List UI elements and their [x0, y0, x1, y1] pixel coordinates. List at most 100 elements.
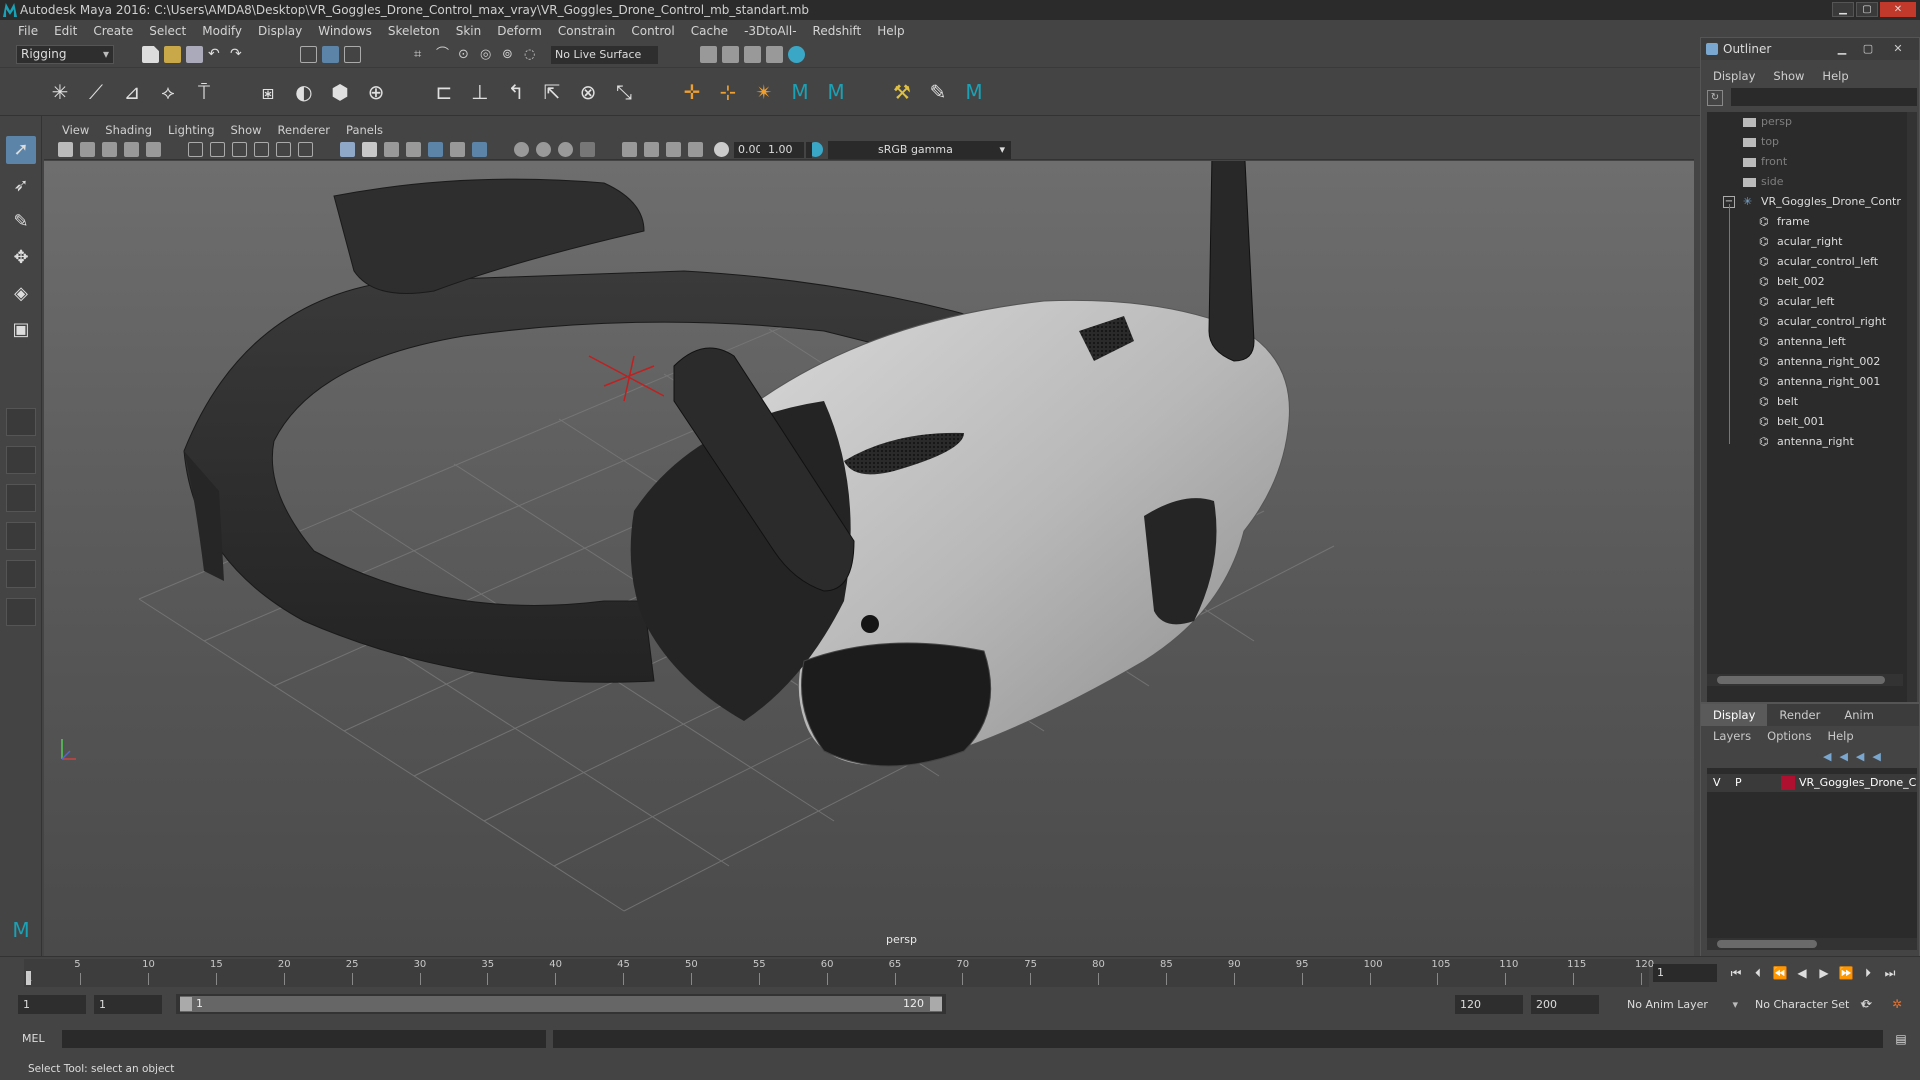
outliner-menu-help[interactable]: Help — [1822, 69, 1866, 83]
playback-end-field[interactable]: 120 — [1455, 995, 1523, 1014]
time-slider-track[interactable]: 1 5 10 15 20 25 30 35 40 45 50 55 60 65 70 75 80 85 90 95 1… — [24, 959, 1654, 987]
grid-toggle-icon[interactable] — [188, 142, 203, 157]
outliner-item-group[interactable]: − ✳ VR_Goggles_Drone_Contr — [1723, 192, 1901, 212]
menu-redshift[interactable]: Redshift — [805, 24, 870, 38]
step-back-key-icon[interactable]: ⏪ — [1771, 964, 1789, 982]
hypershade-icon[interactable] — [766, 46, 783, 63]
render-frame-icon[interactable] — [700, 46, 717, 63]
point-constraint-icon[interactable]: ↰ — [504, 80, 528, 104]
playback-start-field[interactable]: 1 — [94, 995, 162, 1014]
ik-spline-icon[interactable]: ⊿ — [120, 80, 144, 104]
skin-tool-icon[interactable]: ✎ — [926, 80, 950, 104]
quick-rig-icon[interactable]: ⚒ — [890, 80, 914, 104]
outliner-item-child[interactable]: ⌬ antenna_left — [1759, 332, 1846, 352]
outliner-maximize-button[interactable]: ▢ — [1861, 42, 1875, 55]
outliner-item-child[interactable]: ⌬ acular_left — [1759, 292, 1834, 312]
outliner-item-front[interactable]: front — [1743, 152, 1787, 172]
gate-mask-icon[interactable] — [254, 142, 269, 157]
outliner-item-child[interactable]: ⌬ acular_control_right — [1759, 312, 1886, 332]
minimize-button[interactable]: ▁ — [1832, 2, 1854, 17]
locator-icon[interactable]: ✛ — [680, 80, 704, 104]
select-hierarchy-icon[interactable] — [300, 46, 317, 63]
single-view-icon[interactable] — [6, 408, 36, 436]
tab-display[interactable]: Display — [1701, 704, 1768, 726]
parent-constraint-icon[interactable]: ⤡ — [612, 80, 636, 104]
image-plane-icon[interactable] — [124, 142, 139, 157]
outliner-item-child[interactable]: ⌬ acular_control_left — [1759, 252, 1878, 272]
animation-end-field[interactable]: 200 — [1531, 995, 1599, 1014]
maya-tool-icon-3[interactable]: M — [962, 80, 986, 104]
use-lights-icon[interactable] — [428, 142, 443, 157]
human-ik-icon[interactable]: ✴ — [752, 80, 776, 104]
play-backwards-icon[interactable]: ◀ — [1793, 964, 1811, 982]
layer-menu-layers[interactable]: Layers — [1713, 729, 1767, 743]
lattice-icon[interactable]: ◐ — [292, 80, 316, 104]
layer-menu-options[interactable]: Options — [1767, 729, 1827, 743]
field-chart-icon[interactable] — [276, 142, 291, 157]
menu-modify[interactable]: Modify — [194, 24, 250, 38]
maya-home-icon[interactable]: M — [6, 916, 36, 944]
orient-joint-icon[interactable]: ⍑ — [192, 80, 216, 104]
script-editor-icon[interactable]: ▤ — [1892, 1030, 1910, 1048]
paint-weights-icon[interactable]: ⊥ — [468, 80, 492, 104]
scale-tool-icon[interactable]: ▣ — [6, 316, 36, 344]
ipr-render-icon[interactable] — [722, 46, 739, 63]
menu-constrain[interactable]: Constrain — [550, 24, 624, 38]
snap-view-icon[interactable]: ◎ — [480, 46, 497, 63]
menu-control[interactable]: Control — [623, 24, 682, 38]
outliner-item-child[interactable]: ⌬ antenna_right_001 — [1759, 372, 1880, 392]
nonlinear-icon[interactable]: ⊕ — [364, 80, 388, 104]
auto-key-icon[interactable]: ⟳ — [1858, 995, 1876, 1013]
close-button[interactable]: ✕ — [1880, 2, 1916, 17]
exposure-icon[interactable] — [714, 142, 729, 157]
side-by-side-icon[interactable] — [6, 484, 36, 512]
xray-components-icon[interactable] — [558, 142, 573, 157]
cluster-icon[interactable]: ⧆ — [256, 80, 280, 104]
gamma-field[interactable]: 1.00 — [762, 142, 804, 158]
layer-action-icons[interactable]: ◀◀◀◀ — [1823, 750, 1913, 764]
undo-icon[interactable]: ↶ — [208, 46, 225, 63]
anim-layer-dropdown[interactable]: No Anim Layer — [1622, 995, 1742, 1014]
outliner-layout-icon[interactable] — [6, 522, 36, 550]
save-scene-icon[interactable] — [186, 46, 203, 63]
select-tool-icon[interactable]: ➚ — [6, 136, 36, 164]
ambient-occlusion-icon[interactable] — [472, 142, 487, 157]
motion-blur-icon[interactable] — [622, 142, 637, 157]
tab-anim[interactable]: Anim — [1832, 704, 1886, 726]
menu-help[interactable]: Help — [869, 24, 912, 38]
scroll-thumb[interactable] — [1717, 940, 1817, 948]
layer-color-swatch[interactable] — [1781, 776, 1795, 790]
range-slider-bar-fill[interactable] — [180, 996, 942, 1012]
play-forwards-icon[interactable]: ▶ — [1815, 964, 1833, 982]
outliner-search-input[interactable] — [1731, 88, 1917, 106]
character-set-dropdown[interactable]: No Character Set — [1750, 995, 1870, 1014]
layer-row[interactable]: V P VR_Goggles_Drone_Co — [1707, 774, 1917, 792]
viewport-menu-panels[interactable]: Panels — [338, 123, 391, 137]
bind-skin-icon[interactable]: ⊏ — [432, 80, 456, 104]
refresh-icon[interactable]: ↻ — [1707, 90, 1723, 106]
lasso-tool-icon[interactable]: ➶ — [6, 172, 36, 200]
viewport-menu-renderer[interactable]: Renderer — [270, 123, 339, 137]
snap-curve-icon[interactable]: ⌒ — [436, 46, 453, 63]
layer-horizontal-scrollbar[interactable] — [1707, 938, 1917, 950]
outliner-item-child[interactable]: ⌬ belt_001 — [1759, 412, 1825, 432]
grease-pencil-icon[interactable] — [146, 142, 161, 157]
menu-skeleton[interactable]: Skeleton — [380, 24, 448, 38]
outliner-vertical-scrollbar[interactable] — [1907, 112, 1917, 702]
outliner-menu-display[interactable]: Display — [1713, 69, 1773, 83]
outliner-item-child[interactable]: ⌬ antenna_right_002 — [1759, 352, 1880, 372]
select-component-icon[interactable] — [344, 46, 361, 63]
maya-tool-icon-1[interactable]: M — [788, 80, 812, 104]
screen-space-icon[interactable] — [688, 142, 703, 157]
snap-live-icon[interactable]: ◌ — [524, 46, 541, 63]
render-view-icon[interactable] — [788, 46, 805, 63]
wrap-icon[interactable]: ⬢ — [328, 80, 352, 104]
outliner-item-top[interactable]: top — [1743, 132, 1779, 152]
perspective-viewport[interactable]: persp — [44, 161, 1694, 956]
maya-tool-icon-2[interactable]: M — [824, 80, 848, 104]
tab-render[interactable]: Render — [1767, 704, 1832, 726]
command-input[interactable] — [62, 1030, 546, 1048]
textured-icon[interactable] — [406, 142, 421, 157]
menu-display[interactable]: Display — [250, 24, 310, 38]
range-start-handle[interactable] — [180, 997, 192, 1011]
